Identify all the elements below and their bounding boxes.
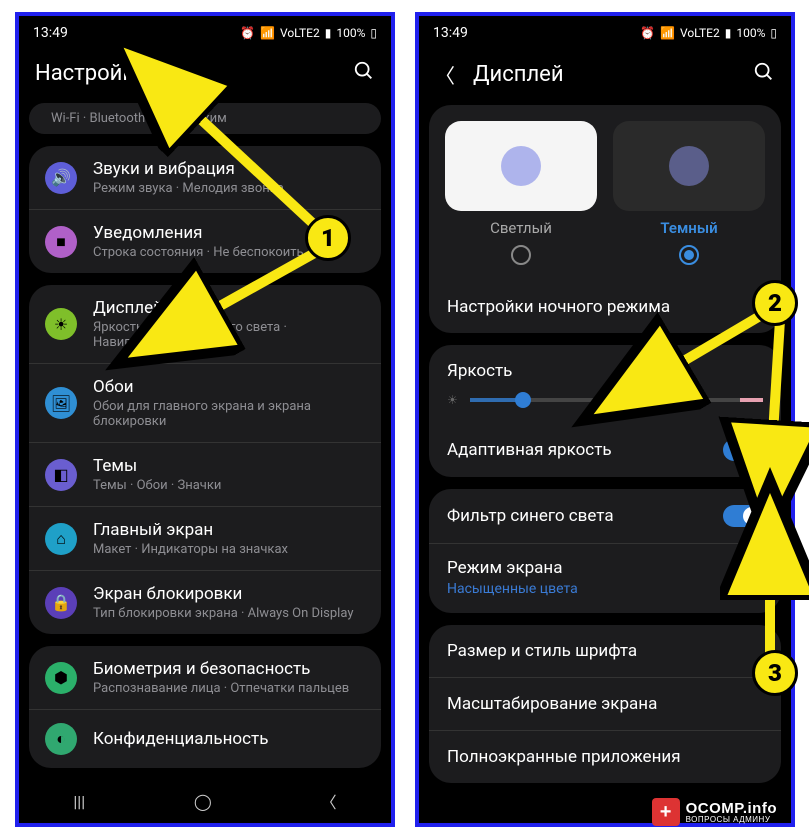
watermark-badge: + (652, 798, 680, 826)
watermark-line2: ВОПРОСЫ АДМИНУ (686, 816, 777, 824)
marker-1: 1 (305, 215, 351, 261)
marker-3: 3 (752, 650, 798, 696)
watermark-line1: OCOMP.info (686, 801, 777, 816)
marker-2: 2 (752, 280, 798, 326)
watermark: + OCOMP.info ВОПРОСЫ АДМИНУ (652, 798, 777, 826)
annotation-arrows (0, 0, 809, 840)
